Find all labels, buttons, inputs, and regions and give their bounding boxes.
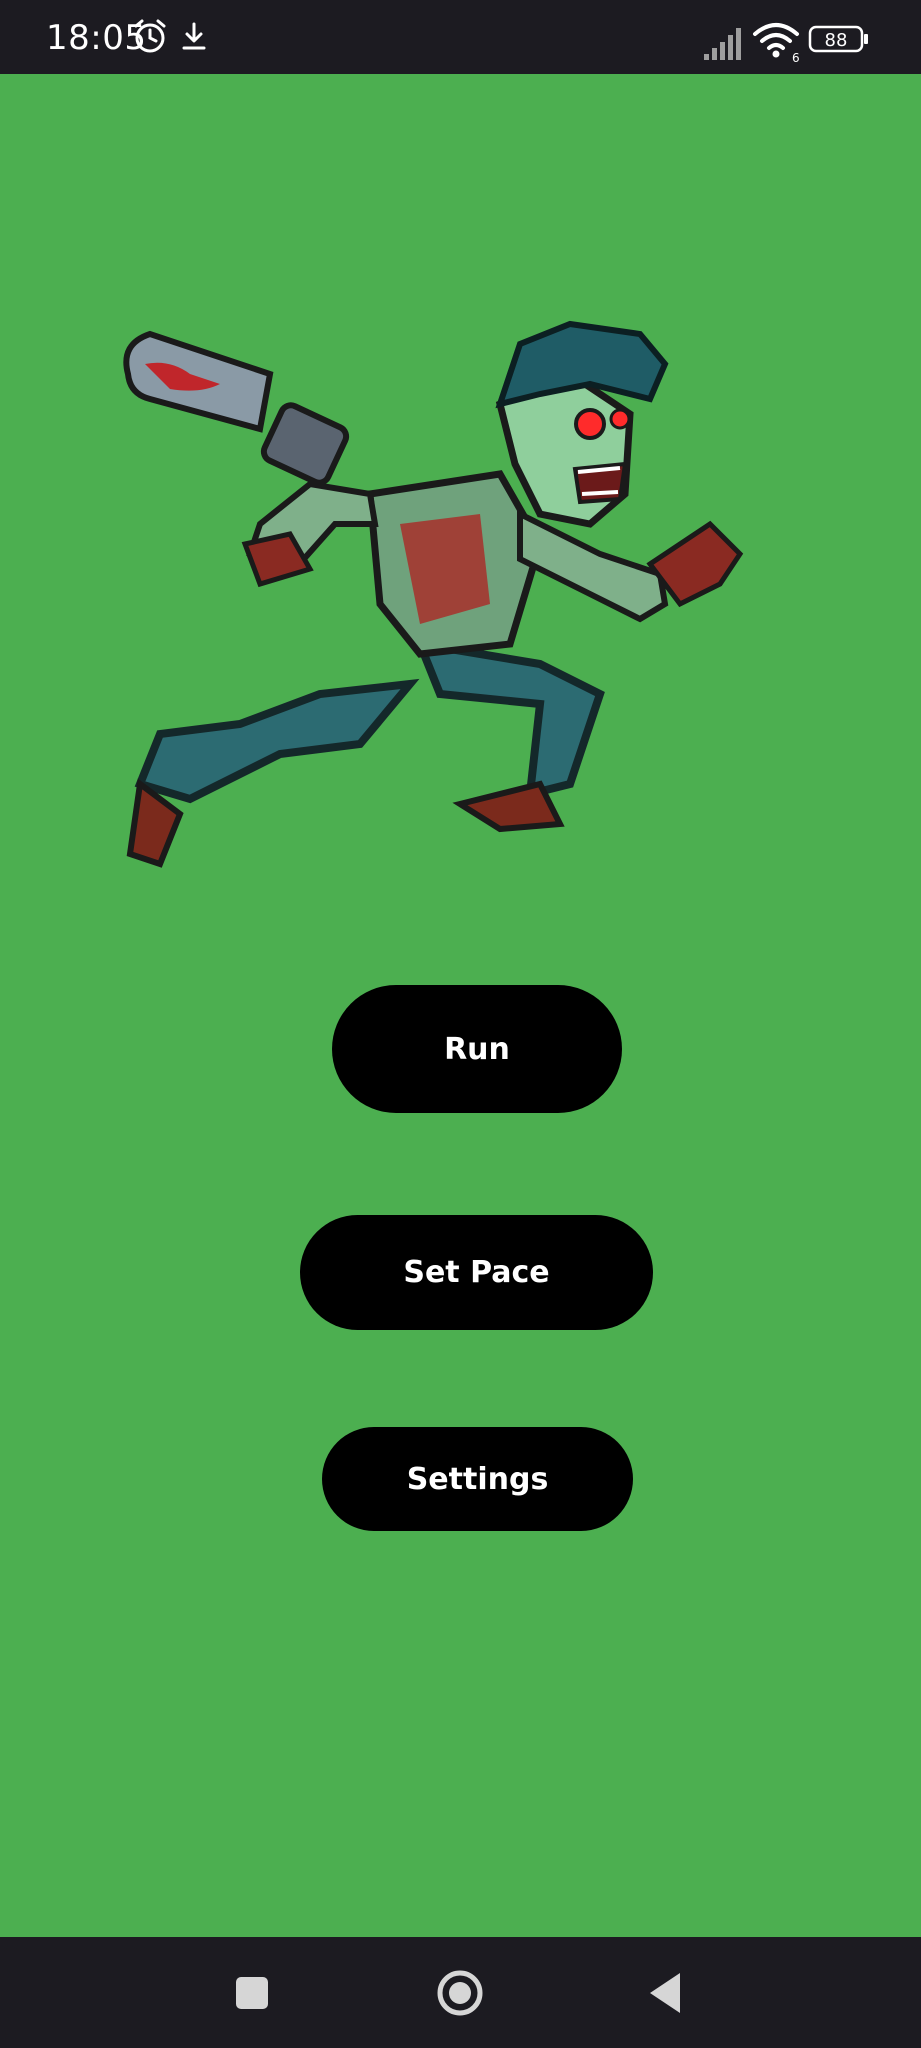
wifi-icon: 6 [753,23,800,64]
app-screen: 18:05 6 88 Run Set Pace Settings [0,0,921,2048]
recents-icon[interactable] [220,1961,284,2025]
back-icon[interactable] [636,1961,700,2025]
status-bar: 18:05 6 88 [0,0,921,74]
battery-level: 88 [825,30,848,51]
navigation-bar [0,1937,921,2048]
run-button[interactable]: Run [332,985,622,1113]
settings-button[interactable]: Settings [322,1427,633,1531]
home-icon[interactable] [428,1961,492,2025]
download-icon [182,22,206,50]
set-pace-button[interactable]: Set Pace [300,1215,653,1330]
alarm-icon [134,19,166,53]
zombie-illustration [123,320,744,868]
battery-icon: 88 [808,25,868,53]
main-content: Run Set Pace Settings [0,74,921,1937]
chainsaw-icon [123,330,350,486]
wifi-badge: 6 [792,51,800,64]
signal-icon [704,28,741,60]
